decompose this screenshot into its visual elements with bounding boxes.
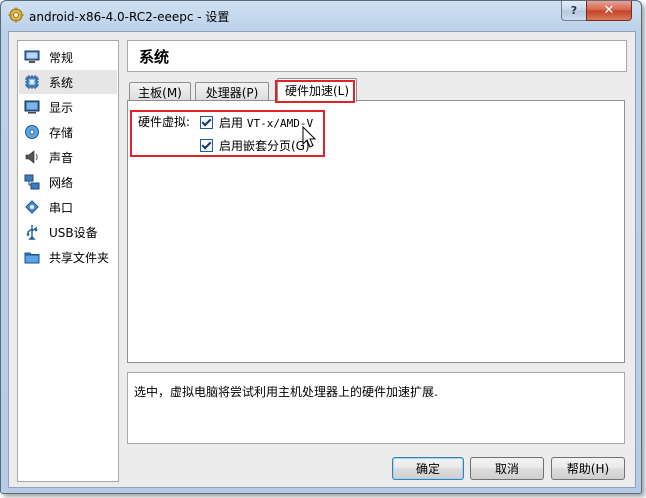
vtx-checkbox[interactable]	[200, 116, 213, 129]
mouse-cursor-icon	[302, 126, 316, 148]
sidebar-item-shared-folders[interactable]: 共享文件夹	[19, 245, 117, 269]
serial-port-icon	[25, 200, 39, 214]
speaker-icon	[25, 150, 38, 164]
hardware-virtualization-label: 硬件虚拟:	[138, 115, 191, 129]
check-icon	[201, 116, 212, 127]
sidebar-item-label: 常规	[49, 50, 74, 65]
description-text: 选中，虚拟电脑将尝试利用主机处理器上的硬件加速扩展.	[134, 385, 438, 399]
nested-paging-row[interactable]: 启用嵌套分页(G)	[200, 137, 310, 154]
section-header: 系统	[127, 40, 627, 72]
sidebar-item-label: 共享文件夹	[49, 250, 110, 265]
dialog-body: 常规 系统 显示 存储 声音 网络 串口 USB设备 共享文件夹 系统 主板(M…	[8, 31, 636, 488]
ok-button[interactable]: 确定	[392, 457, 464, 480]
acceleration-panel: 硬件虚拟: 启用 VT-x/AMD-V 启用嵌套分页(G)	[127, 100, 625, 363]
cancel-button[interactable]: 取消	[470, 457, 544, 480]
vtx-label-prefix: 启用	[219, 116, 244, 130]
disk-icon	[25, 125, 39, 139]
sidebar-item-label: 声音	[49, 150, 74, 165]
sidebar-item-system[interactable]: 系统	[19, 70, 117, 94]
sidebar-item-network[interactable]: 网络	[19, 170, 117, 194]
title-bar[interactable]: android-x86-4.0-RC2-eeepc - 设置 ? ✕	[1, 1, 641, 31]
settings-sidebar: 常规 系统 显示 存储 声音 网络 串口 USB设备 共享文件夹	[17, 40, 119, 482]
app-gear-icon	[8, 7, 24, 23]
tab-motherboard[interactable]: 主板(M)	[129, 82, 191, 101]
nested-paging-label: 启用嵌套分页(G)	[219, 139, 310, 153]
folder-icon	[24, 252, 40, 264]
title-close-button[interactable]: ✕	[586, 1, 632, 21]
help-button[interactable]: 帮助(H)	[551, 457, 625, 480]
display-icon	[24, 100, 40, 114]
sidebar-item-label: USB设备	[49, 225, 98, 240]
sidebar-item-serial[interactable]: 串口	[19, 195, 117, 219]
sidebar-item-label: 存储	[49, 125, 74, 140]
sidebar-item-display[interactable]: 显示	[19, 95, 117, 119]
sidebar-item-storage[interactable]: 存储	[19, 120, 117, 144]
close-icon: ✕	[603, 3, 615, 18]
description-box: 选中，虚拟电脑将尝试利用主机处理器上的硬件加速扩展.	[127, 372, 625, 444]
nested-paging-checkbox[interactable]	[200, 139, 213, 152]
sidebar-item-label: 网络	[49, 175, 74, 190]
window-title: android-x86-4.0-RC2-eeepc - 设置	[29, 10, 230, 24]
tab-processor[interactable]: 处理器(P)	[195, 82, 269, 101]
tab-acceleration[interactable]: 硬件加速(L)	[277, 78, 357, 102]
page-title: 系统	[139, 48, 170, 66]
settings-window: android-x86-4.0-RC2-eeepc - 设置 ? ✕ 常规 系统…	[0, 0, 642, 494]
network-icon	[24, 174, 40, 190]
vtx-label: 启用 VT-x/AMD-V	[219, 114, 313, 131]
sidebar-item-label: 系统	[49, 75, 74, 90]
sidebar-item-audio[interactable]: 声音	[19, 145, 117, 169]
sidebar-item-general[interactable]: 常规	[19, 45, 117, 69]
title-help-button[interactable]: ?	[561, 1, 587, 21]
sidebar-item-usb[interactable]: USB设备	[19, 220, 117, 244]
sidebar-item-label: 串口	[49, 200, 74, 215]
help-icon: ?	[570, 4, 578, 17]
monitor-icon	[24, 50, 40, 63]
chip-icon	[25, 75, 39, 89]
vtx-checkbox-row[interactable]: 启用 VT-x/AMD-V	[200, 114, 313, 131]
sidebar-item-label: 显示	[49, 100, 74, 115]
usb-icon	[26, 225, 38, 240]
check-icon	[201, 139, 212, 150]
